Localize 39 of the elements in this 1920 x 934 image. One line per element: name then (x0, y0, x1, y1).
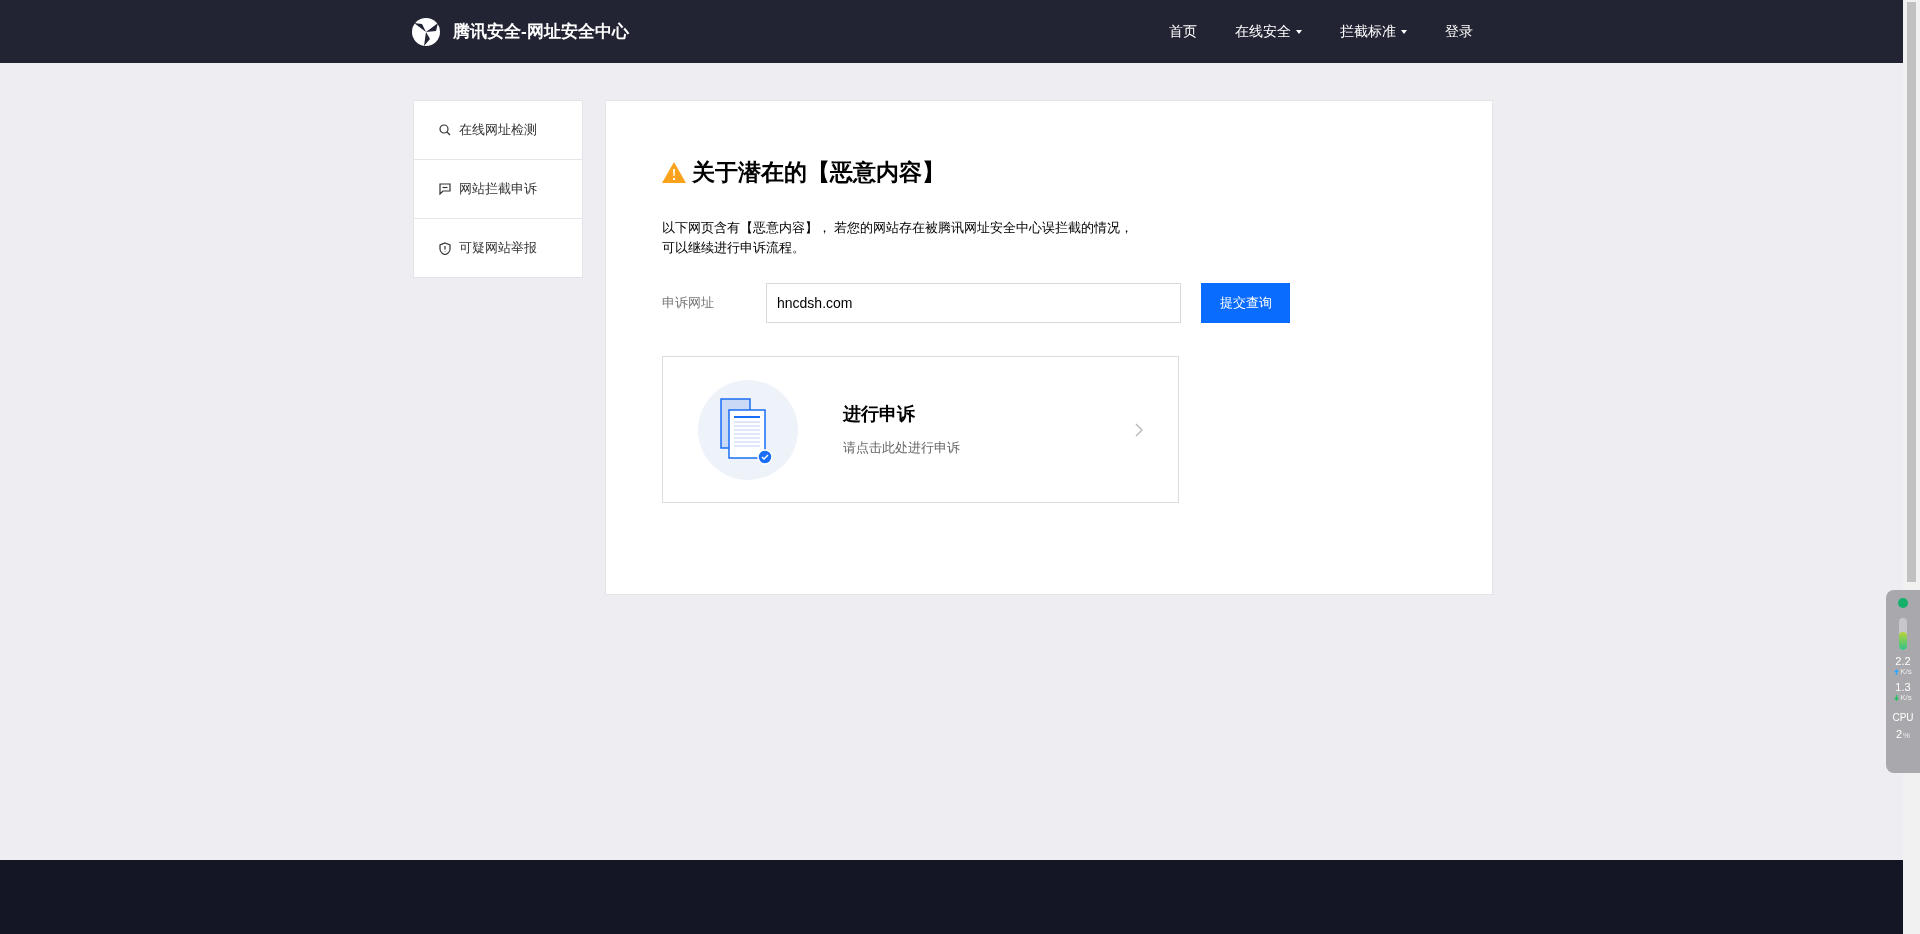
search-icon (439, 124, 451, 136)
appeal-title: 进行申诉 (843, 403, 916, 426)
arrow-down-icon (1894, 694, 1900, 701)
download-speed: 1.3 (1895, 682, 1911, 693)
arrow-up-icon (1894, 668, 1900, 675)
url-input[interactable]: hncdsh.com (766, 283, 1181, 323)
sidebar-item[interactable]: 可疑网站举报 (414, 218, 582, 277)
nav-link[interactable]: 登录 (1426, 22, 1492, 41)
notice-title: 关于潜在的【恶意内容】 (692, 158, 945, 187)
notice-description: 以下网页含有【恶意内容】， 若您的网站存在被腾讯网址安全中心误拦截的情况， 可以继续进行申诉流程。 (662, 220, 1135, 257)
download-unit: K/s (1900, 693, 1912, 702)
logo-icon (411, 16, 441, 47)
sidebar-item-label: 网站拦截申诉 (459, 180, 537, 198)
appeal-card[interactable]: 进行申诉 请点击此处进行申诉 (662, 356, 1179, 503)
sidebar-item[interactable]: 在线网址检测 (414, 101, 582, 159)
cpu-unit: % (1903, 731, 1911, 740)
status-dot-icon (1898, 598, 1908, 608)
nav-link[interactable]: 首页 (1150, 22, 1216, 41)
site-title: 腾讯安全-网址安全中心 (453, 21, 629, 43)
upload-speed: 2.2 (1895, 656, 1911, 667)
sidebar-item-label: 在线网址检测 (459, 121, 537, 139)
sidebar-item[interactable]: 网站拦截申诉 (414, 159, 582, 218)
cpu-label: CPU (1892, 712, 1914, 723)
submit-button[interactable]: 提交查询 (1201, 283, 1290, 323)
upload-unit: K/s (1900, 667, 1912, 676)
sidebar-item-label: 可疑网站举报 (459, 239, 537, 257)
shield-icon (439, 241, 451, 255)
scrollbar-thumb[interactable] (1907, 2, 1916, 582)
chevron-right-icon (1135, 422, 1143, 437)
appeal-subtitle: 请点击此处进行申诉 (843, 440, 961, 457)
field-label: 申诉网址 (662, 294, 715, 312)
nav-link[interactable]: 在线安全 (1216, 22, 1321, 41)
nav-link[interactable]: 拦截标准 (1321, 22, 1426, 41)
caret-icon (1401, 29, 1407, 34)
warning-icon (662, 162, 686, 183)
message-icon (439, 183, 451, 195)
caret-icon (1296, 29, 1302, 34)
document-illustration-icon (698, 379, 798, 480)
cpu-value: 2 (1895, 729, 1902, 740)
